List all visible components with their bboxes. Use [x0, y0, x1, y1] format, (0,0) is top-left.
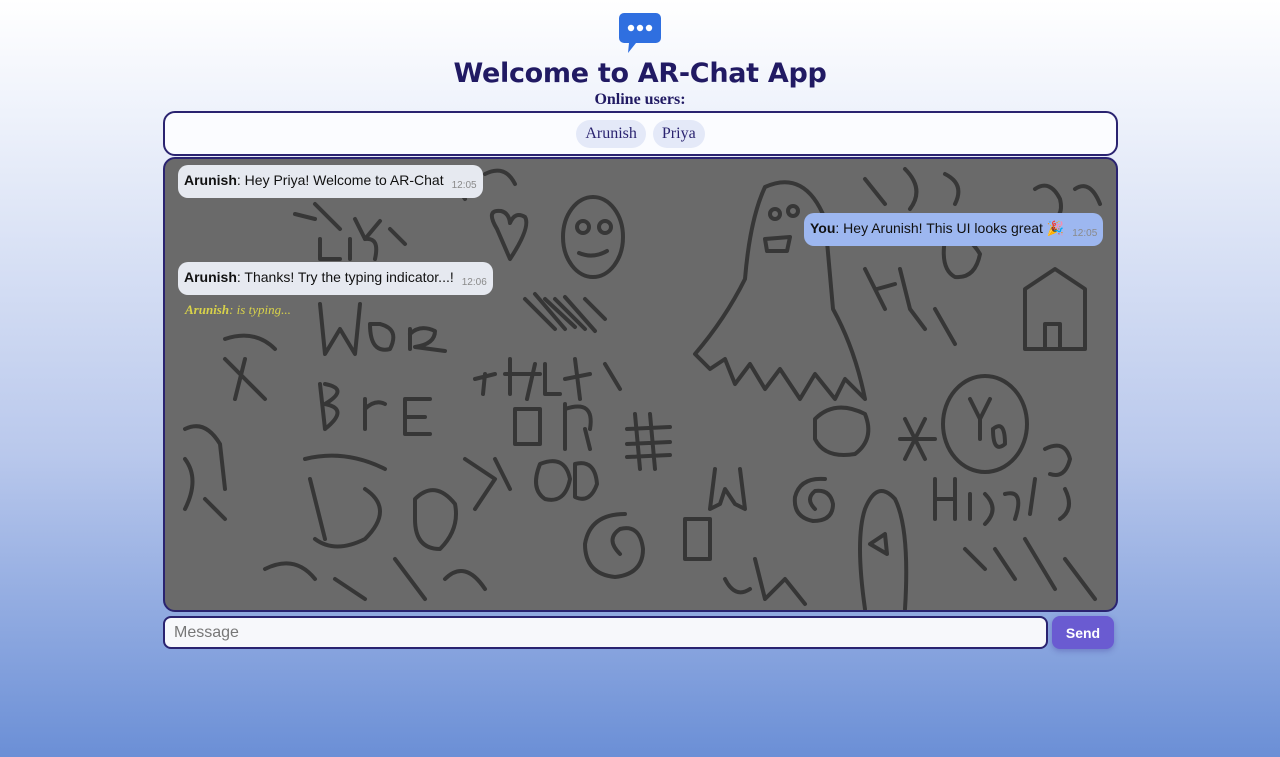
chat-message: Arunish: Hey Priya! Welcome to AR-Chat 12… — [178, 165, 483, 198]
online-user-chip[interactable]: Priya — [652, 119, 705, 148]
page-title: Welcome to AR-Chat App — [453, 58, 827, 89]
message-sender: Arunish — [184, 172, 237, 188]
online-user-chip[interactable]: Arunish — [576, 119, 646, 148]
message-text: : Hey Arunish! This UI looks great 🎉 — [835, 220, 1065, 236]
typing-user: Arunish — [185, 302, 230, 317]
message-sender: You — [810, 220, 836, 236]
online-users-list: Arunish Priya — [163, 111, 1118, 156]
message-time: 12:06 — [461, 277, 487, 288]
typing-indicator: Arunish: is typing... — [185, 302, 291, 318]
message-composer: Send — [163, 616, 1114, 650]
chat-message-own: You: Hey Arunish! This UI looks great 🎉 1… — [804, 213, 1104, 246]
message-time: 12:05 — [451, 180, 477, 191]
chat-message: Arunish: Thanks! Try the typing indicato… — [178, 262, 493, 295]
send-button[interactable]: Send — [1052, 616, 1114, 649]
online-users-label: Online users: — [594, 91, 686, 108]
chat-messages-area[interactable]: Arunish: Hey Priya! Welcome to AR-Chat 12… — [163, 157, 1118, 612]
message-sender: Arunish — [184, 269, 237, 285]
message-input[interactable] — [163, 616, 1048, 649]
message-text: : Thanks! Try the typing indicator...! — [236, 269, 454, 285]
message-time: 12:05 — [1072, 228, 1098, 239]
chat-bubble-icon — [619, 13, 661, 53]
message-text: : Hey Priya! Welcome to AR-Chat — [236, 172, 444, 188]
typing-text: : is typing... — [229, 302, 291, 317]
